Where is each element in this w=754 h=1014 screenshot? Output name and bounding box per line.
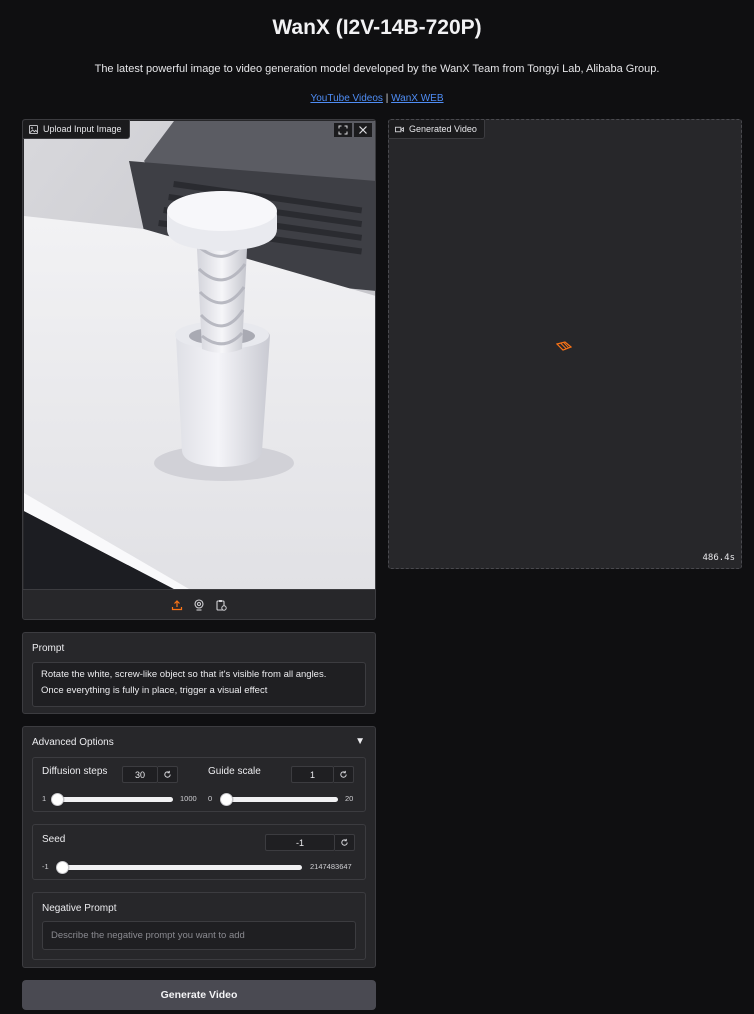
page-title: WanX (I2V-14B-720P) bbox=[272, 16, 482, 39]
diffusion-steps-reset-icon[interactable] bbox=[158, 766, 178, 783]
generate-video-button[interactable]: Generate Video bbox=[22, 980, 376, 1010]
diffusion-steps-input[interactable]: 30 bbox=[122, 766, 158, 783]
diffusion-steps-thumb[interactable] bbox=[51, 793, 65, 806]
seed-max: 2147483647 bbox=[310, 862, 352, 871]
collapse-arrow-icon[interactable]: ▼ bbox=[355, 736, 365, 747]
uploaded-image bbox=[24, 121, 375, 589]
prompt-textarea[interactable]: Rotate the white, screw-like object so t… bbox=[32, 662, 366, 707]
advanced-options-toggle[interactable]: Advanced Options bbox=[32, 737, 114, 748]
advanced-options-panel: Advanced Options ▼ Diffusion steps 30 1 … bbox=[22, 726, 376, 968]
header-links: YouTube Videos | WanX WEB bbox=[0, 93, 754, 104]
image-source-bar bbox=[23, 589, 375, 619]
guide-scale-input[interactable]: 1 bbox=[291, 766, 334, 783]
generated-video-label-text: Generated Video bbox=[409, 124, 477, 134]
image-toolbar bbox=[334, 123, 372, 137]
close-icon[interactable] bbox=[354, 123, 372, 137]
upload-image-label-text: Upload Input Image bbox=[43, 124, 122, 134]
guide-scale-min: 0 bbox=[208, 794, 213, 803]
seed-input[interactable]: -1 bbox=[265, 834, 335, 851]
diffusion-steps-label: Diffusion steps bbox=[42, 766, 108, 777]
diffusion-steps-min: 1 bbox=[42, 794, 47, 803]
fullscreen-icon[interactable] bbox=[334, 123, 352, 137]
prompt-panel: Prompt Rotate the white, screw-like obje… bbox=[22, 632, 376, 714]
prompt-label: Prompt bbox=[32, 643, 65, 654]
link-separator: | bbox=[385, 93, 389, 104]
prompt-line-2: Once everything is fully in place, trigg… bbox=[41, 685, 268, 696]
youtube-videos-link[interactable]: YouTube Videos bbox=[310, 93, 382, 104]
seed-min: -1 bbox=[42, 862, 49, 871]
upload-icon[interactable] bbox=[170, 598, 184, 612]
seed-slider[interactable] bbox=[56, 861, 302, 874]
sampling-settings-group: Diffusion steps 30 1 1000 Guide scale 1 … bbox=[32, 757, 366, 812]
guide-scale-reset-icon[interactable] bbox=[334, 766, 354, 783]
negative-prompt-label: Negative Prompt bbox=[42, 903, 117, 914]
guide-scale-thumb[interactable] bbox=[219, 793, 233, 806]
negative-prompt-input[interactable] bbox=[42, 921, 356, 950]
guide-scale-max: 20 bbox=[345, 794, 354, 803]
elapsed-time: 486.4s bbox=[702, 553, 735, 563]
loading-spinner-icon bbox=[555, 338, 573, 356]
guide-scale-slider[interactable] bbox=[219, 793, 338, 806]
clipboard-icon[interactable] bbox=[214, 598, 228, 612]
video-icon bbox=[395, 126, 404, 132]
prompt-line-1: Rotate the white, screw-like object so t… bbox=[41, 669, 327, 680]
guide-scale-label: Guide scale bbox=[208, 766, 261, 777]
seed-reset-icon[interactable] bbox=[335, 834, 355, 851]
image-icon bbox=[29, 124, 38, 134]
upload-image-panel[interactable]: Upload Input Image bbox=[22, 119, 376, 620]
seed-label: Seed bbox=[42, 834, 66, 845]
negative-prompt-group: Negative Prompt bbox=[32, 892, 366, 960]
seed-group: Seed -1 -1 2147483647 bbox=[32, 824, 366, 880]
webcam-icon[interactable] bbox=[192, 598, 206, 612]
generated-video-label: Generated Video bbox=[389, 120, 485, 139]
upload-image-label: Upload Input Image bbox=[23, 120, 130, 139]
wanx-web-link[interactable]: WanX WEB bbox=[391, 93, 443, 104]
seed-thumb[interactable] bbox=[56, 861, 69, 874]
generated-video-panel: Generated Video 486.4s bbox=[388, 119, 742, 569]
diffusion-steps-slider[interactable] bbox=[51, 793, 173, 806]
page-subtitle: The latest powerful image to video gener… bbox=[94, 63, 660, 75]
diffusion-steps-max: 1000 bbox=[180, 794, 197, 803]
